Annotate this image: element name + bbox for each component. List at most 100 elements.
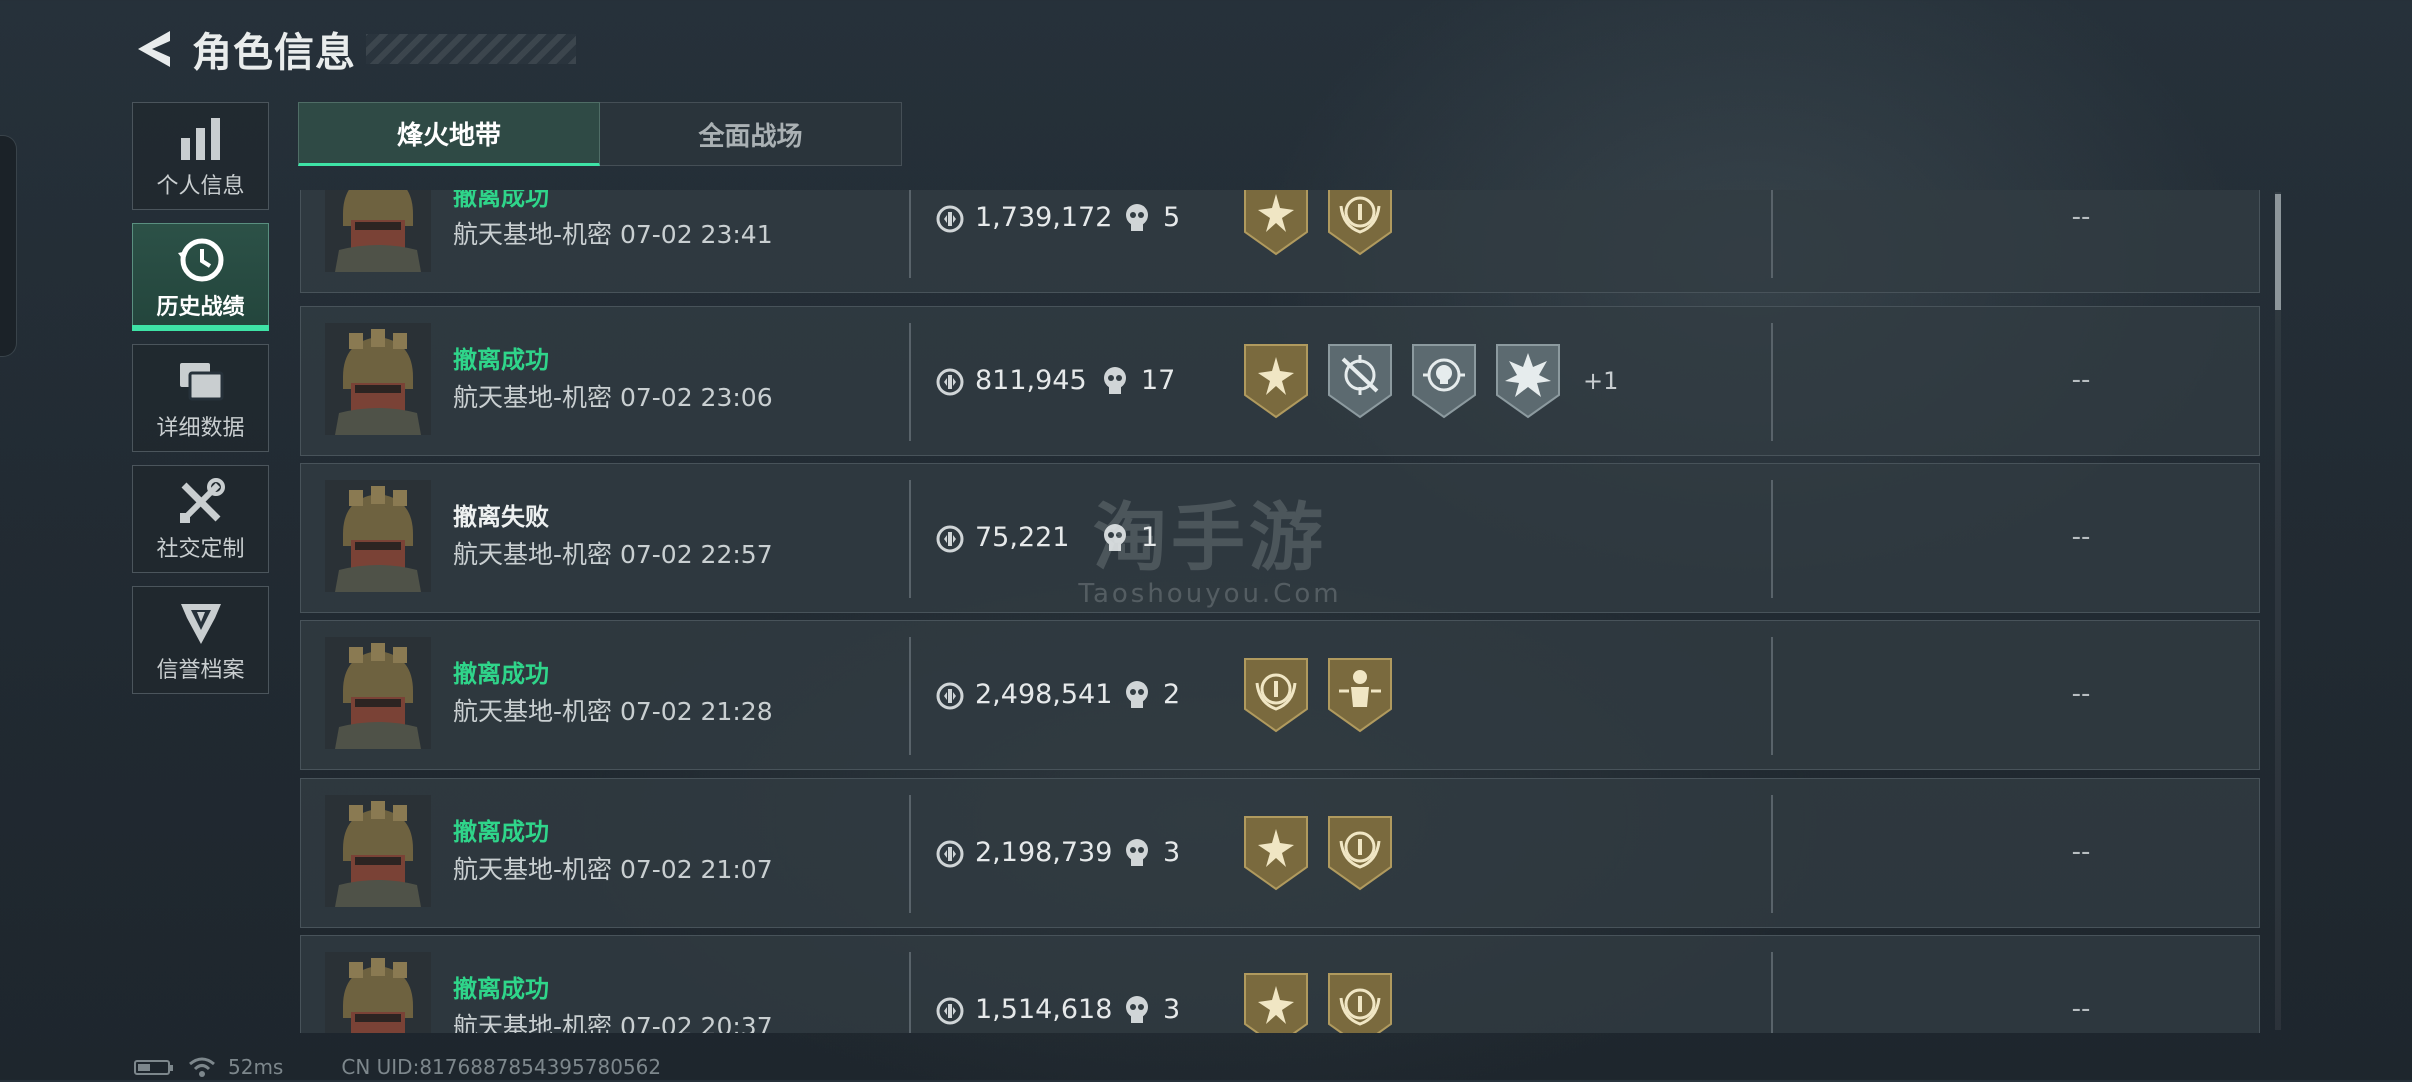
kill-count: 3 bbox=[1163, 994, 1181, 1025]
nav-item-label: 信誉档案 bbox=[156, 658, 245, 683]
silver-target-skull-badge-icon bbox=[1412, 344, 1476, 419]
gold-laurel-badge-icon bbox=[1328, 190, 1392, 256]
nav-item-detailed-data[interactable]: 详细数据 bbox=[132, 344, 269, 452]
kill-count: 17 bbox=[1141, 365, 1176, 396]
match-row[interactable]: 撤离成功 航天基地-机密 07-02 23:41 1,739,172 5 -- bbox=[300, 190, 2260, 293]
column-divider bbox=[1771, 323, 1773, 441]
operator-avatar bbox=[325, 952, 431, 1033]
operator-avatar bbox=[325, 795, 431, 907]
extraction-result: 撤离成功 bbox=[453, 346, 549, 374]
column-divider bbox=[1771, 480, 1773, 598]
back-arrow-icon bbox=[138, 31, 170, 67]
rating-value: -- bbox=[2071, 522, 2091, 552]
tab-warfare[interactable]: 全面战场 bbox=[600, 102, 902, 166]
map-and-time: 航天基地-机密 07-02 23:06 bbox=[453, 383, 773, 412]
nav-item-credit-profile[interactable]: 信誉档案 bbox=[132, 586, 269, 694]
value-coin-icon bbox=[936, 997, 964, 1025]
value-coin-icon bbox=[936, 368, 964, 396]
column-divider bbox=[909, 952, 911, 1033]
asset-value: 2,198,739 bbox=[975, 837, 1113, 868]
skull-icon bbox=[1126, 839, 1148, 866]
more-badges-count: +1 bbox=[1583, 367, 1619, 395]
gold-laurel-badge-icon bbox=[1328, 816, 1392, 891]
nav-item-label: 社交定制 bbox=[156, 537, 245, 562]
nav-item-social-custom[interactable]: 社交定制 bbox=[132, 465, 269, 573]
value-coin-icon bbox=[936, 682, 964, 710]
nav-item-personal-info[interactable]: 个人信息 bbox=[132, 102, 269, 210]
side-nav: 个人信息 历史战绩 详细数据 社交定制 信誉档案 bbox=[132, 102, 269, 707]
gold-laurel-badge-icon bbox=[1328, 973, 1392, 1033]
operator-avatar bbox=[325, 323, 431, 435]
gold-sun-badge-icon bbox=[1244, 973, 1308, 1033]
clock-history-icon bbox=[176, 233, 226, 287]
ping-value: 52ms bbox=[228, 1055, 284, 1079]
value-coin-icon bbox=[936, 525, 964, 553]
page-title: 角色信息 bbox=[192, 30, 356, 76]
nav-item-match-history[interactable]: 历史战绩 bbox=[132, 223, 269, 331]
match-row[interactable]: 撤离成功 航天基地-机密 07-02 21:07 2,198,739 3 -- bbox=[300, 778, 2260, 928]
extraction-result: 撤离成功 bbox=[453, 975, 549, 1003]
match-row[interactable]: 撤离成功 航天基地-机密 07-02 21:28 2,498,541 2 -- bbox=[300, 620, 2260, 770]
side-edge-handle[interactable] bbox=[0, 135, 17, 357]
list-scrollbar[interactable] bbox=[2275, 192, 2281, 1030]
bar-chart-icon bbox=[179, 112, 223, 166]
match-list[interactable]: 撤离成功 航天基地-机密 07-02 23:41 1,739,172 5 -- … bbox=[300, 190, 2262, 1033]
folders-icon bbox=[176, 354, 226, 408]
kill-count: 2 bbox=[1163, 679, 1181, 710]
column-divider bbox=[909, 190, 911, 278]
column-divider bbox=[909, 795, 911, 913]
rating-value: -- bbox=[2071, 994, 2091, 1024]
map-and-time: 航天基地-机密 07-02 21:28 bbox=[453, 697, 773, 726]
wifi-icon bbox=[189, 1057, 215, 1077]
kill-count: 1 bbox=[1141, 522, 1159, 553]
asset-value: 1,514,618 bbox=[975, 994, 1113, 1025]
battery-icon bbox=[134, 1059, 173, 1075]
extraction-result: 撤离成功 bbox=[453, 190, 549, 211]
emblem-icon bbox=[177, 596, 225, 650]
mode-tabs: 烽火地带 全面战场 bbox=[298, 102, 902, 166]
nav-item-label: 历史战绩 bbox=[156, 295, 245, 320]
column-divider bbox=[909, 637, 911, 755]
tab-operations[interactable]: 烽火地带 bbox=[298, 102, 600, 166]
rating-value: -- bbox=[2071, 837, 2091, 867]
extraction-result: 撤离成功 bbox=[453, 818, 549, 846]
extraction-result: 撤离成功 bbox=[453, 660, 549, 688]
kill-count: 5 bbox=[1163, 202, 1181, 233]
column-divider bbox=[1771, 795, 1773, 913]
extraction-result: 撤离失败 bbox=[453, 503, 549, 531]
map-and-time: 航天基地-机密 07-02 22:57 bbox=[453, 540, 773, 569]
rating-value: -- bbox=[2071, 202, 2091, 232]
operator-avatar bbox=[325, 480, 431, 592]
skull-icon bbox=[1104, 367, 1126, 394]
silver-crosshair-badge-icon bbox=[1328, 344, 1392, 419]
page-header: 角色信息 bbox=[130, 22, 576, 76]
skull-icon bbox=[1126, 996, 1148, 1023]
column-divider bbox=[1771, 637, 1773, 755]
value-coin-icon bbox=[936, 205, 964, 233]
asset-value: 1,739,172 bbox=[975, 202, 1113, 233]
rating-value: -- bbox=[2071, 365, 2091, 395]
kill-count: 3 bbox=[1163, 837, 1181, 868]
skull-icon bbox=[1104, 524, 1126, 551]
column-divider bbox=[909, 480, 911, 598]
gold-sun-badge-icon bbox=[1244, 190, 1308, 256]
user-uid: CN UID:8176887854395780562 bbox=[341, 1055, 662, 1079]
gold-laurel-badge-icon bbox=[1244, 658, 1308, 733]
asset-value: 2,498,541 bbox=[975, 679, 1113, 710]
map-and-time: 航天基地-机密 07-02 23:41 bbox=[453, 220, 773, 249]
tools-icon bbox=[176, 475, 226, 529]
value-coin-icon bbox=[936, 840, 964, 868]
list-scrollbar-thumb[interactable] bbox=[2275, 194, 2281, 310]
match-row[interactable]: 撤离成功 航天基地-机密 07-02 20:37 1,514,618 3 -- bbox=[300, 935, 2260, 1033]
back-button[interactable] bbox=[130, 22, 178, 76]
asset-value: 75,221 bbox=[975, 522, 1070, 553]
silver-burst-badge-icon bbox=[1496, 344, 1560, 419]
column-divider bbox=[1771, 952, 1773, 1033]
rating-value: -- bbox=[2071, 679, 2091, 709]
map-and-time: 航天基地-机密 07-02 21:07 bbox=[453, 855, 773, 884]
title-decoration bbox=[366, 34, 576, 64]
column-divider bbox=[909, 323, 911, 441]
gold-soldier-badge-icon bbox=[1328, 658, 1392, 733]
match-row[interactable]: 撤离成功 航天基地-机密 07-02 23:06 811,945 17 +1 -… bbox=[300, 306, 2260, 456]
match-row[interactable]: 撤离失败 航天基地-机密 07-02 22:57 75,221 1 -- bbox=[300, 463, 2260, 613]
